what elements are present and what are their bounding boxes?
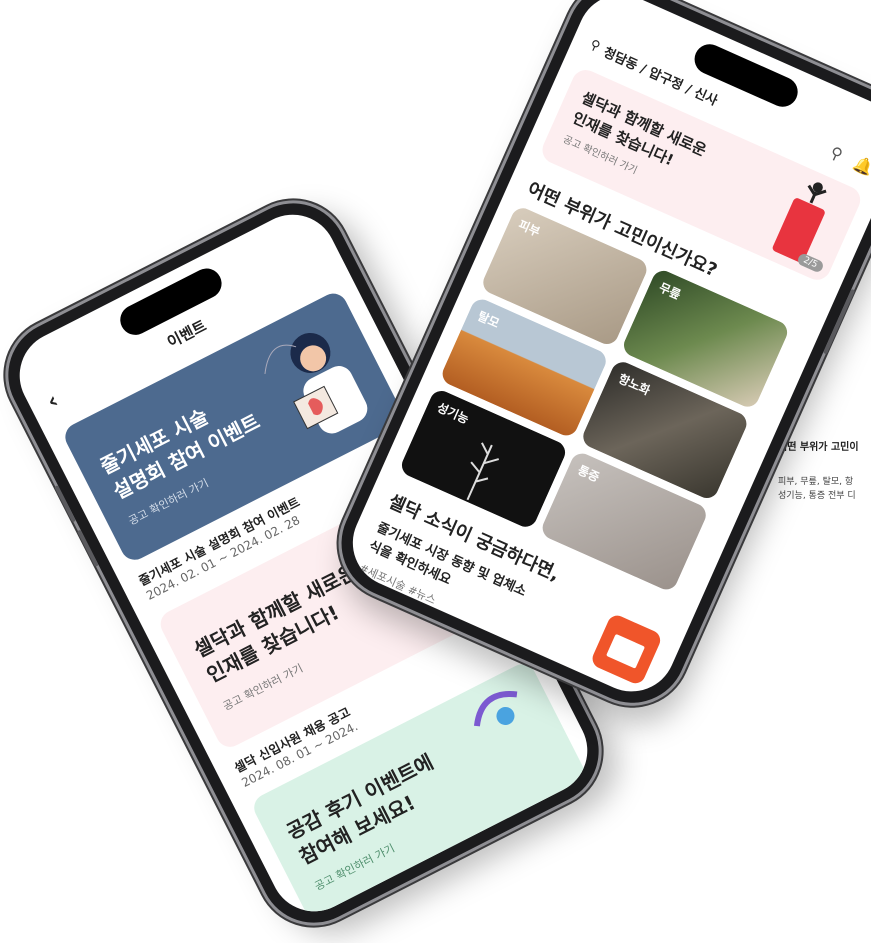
- news-thumbnail[interactable]: [589, 612, 664, 687]
- newspaper-icon: [606, 633, 646, 669]
- card-illustration: [473, 690, 518, 727]
- map-pin-icon: ⚲: [587, 37, 603, 55]
- bell-icon[interactable]: 🔔: [851, 153, 871, 178]
- search-icon[interactable]: ⚲: [827, 142, 845, 164]
- doctor-illustration: [264, 332, 368, 434]
- side-line: 성기능, 통증 전부 디: [778, 491, 856, 501]
- side-heading: 어떤 부위가 고민이: [778, 442, 859, 453]
- side-description: 어떤 부위가 고민이 피부, 무릎, 탈모, 항 성기능, 통증 전부 디: [778, 438, 859, 503]
- side-line: 피부, 무릎, 탈모, 항: [778, 477, 854, 487]
- home-screen: ⚲ 청담동 / 압구정 / 신사 ⚲ 🔔 셀닥과 함께할 새로운 인재를 찾습니…: [338, 0, 871, 706]
